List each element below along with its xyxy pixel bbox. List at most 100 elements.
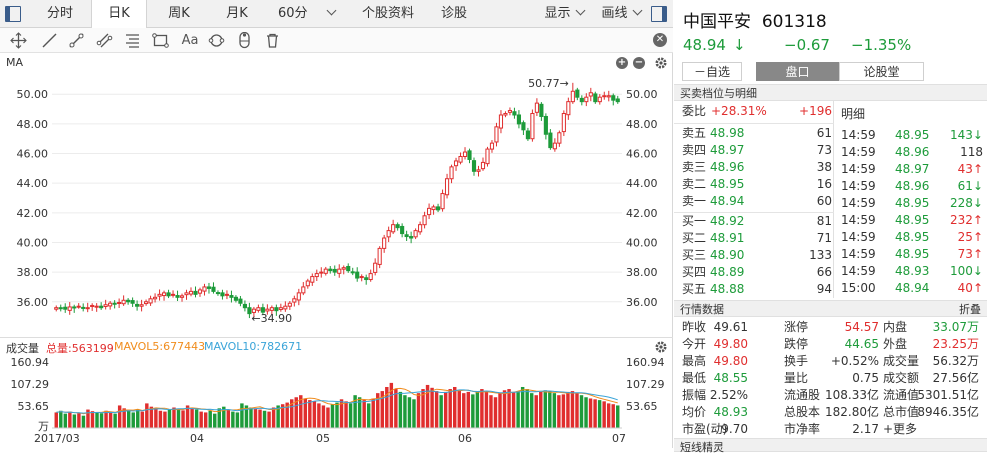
detail-price: 48.97	[895, 162, 930, 176]
x-tick: 06	[458, 432, 472, 445]
fold-link[interactable]: 折叠	[959, 301, 981, 318]
volume-bar	[439, 395, 443, 428]
line-tool-icon[interactable]	[41, 32, 58, 49]
volume-bar	[398, 391, 403, 428]
gear-icon[interactable]	[654, 340, 668, 354]
y-tick-left: 44.00	[17, 177, 49, 190]
cycle-tool-icon[interactable]	[208, 32, 225, 49]
tab-monthly-k[interactable]: 月K	[215, 0, 259, 28]
add-indicator-icon[interactable]: +	[616, 57, 628, 69]
candle-body	[435, 206, 441, 211]
tab-stock-profile[interactable]: 个股资料	[356, 0, 420, 28]
ask-row[interactable]: 卖三 48.96 38	[682, 159, 832, 176]
candle-body	[238, 298, 243, 304]
bid-label: 买五	[682, 282, 707, 296]
candle-body	[323, 268, 328, 274]
bid-vol: 81	[816, 214, 832, 228]
ask-vol: 61	[816, 126, 832, 140]
volume-bar	[471, 394, 475, 428]
ray-tool-icon[interactable]	[68, 32, 85, 49]
y-tick-right: 40.00	[626, 236, 658, 249]
quotes-header: 行情数据 折叠	[674, 300, 987, 317]
candle-body	[179, 295, 185, 298]
candle-body	[530, 113, 535, 140]
candle-body	[382, 237, 387, 249]
tab-watchlist[interactable]: －自选	[682, 62, 742, 81]
candle-body	[242, 303, 247, 309]
divider	[674, 123, 834, 124]
fib-tool-icon[interactable]	[124, 32, 141, 49]
candle-body	[103, 304, 108, 308]
candle-body	[350, 271, 355, 274]
quote-value: 48.93	[713, 405, 748, 419]
tab-weekly-k[interactable]: 周K	[157, 0, 201, 28]
candle-body	[386, 230, 391, 238]
bid-row[interactable]: 买三 48.90 133	[682, 247, 832, 264]
ask-row[interactable]: 卖四 48.97 73	[682, 142, 832, 159]
quote-tabs: －自选 盘口 论股堂	[682, 62, 982, 82]
candle-body	[368, 273, 373, 281]
candle-body	[184, 292, 189, 296]
down-arrow-icon: ↓	[733, 36, 746, 54]
trade-detail: 明细 14:59 48.95 143↓ 14:59 48.96 118 14:5…	[835, 101, 987, 298]
bid-row[interactable]: 买一 48.92 81	[682, 213, 832, 230]
volume-bar	[539, 391, 543, 428]
low-price-label: ←34.90	[251, 312, 292, 325]
quote-value	[883, 421, 979, 438]
candle-body	[314, 273, 319, 278]
ask-row[interactable]: 卖一 48.94 60	[682, 193, 832, 210]
drawline-dropdown[interactable]: 画线	[594, 0, 648, 28]
volume-bar	[117, 405, 122, 428]
rect-tool-icon[interactable]	[152, 32, 169, 49]
collapse-left-panel-icon[interactable]	[5, 6, 21, 22]
bid-row[interactable]: 买二 48.91 71	[682, 230, 832, 247]
tab-forum[interactable]: 论股堂	[839, 62, 924, 81]
candle-body	[543, 115, 548, 135]
bid-vol: 94	[816, 282, 832, 296]
ask-vol: 73	[816, 143, 832, 157]
multi-line-icon[interactable]	[96, 32, 113, 49]
volume-bar	[267, 411, 271, 428]
magnet-tool-icon[interactable]	[236, 32, 253, 49]
candle-body	[283, 305, 288, 310]
detail-price: 48.94	[895, 281, 930, 295]
volume-bar	[484, 391, 489, 428]
detail-vol: 143↓	[950, 128, 983, 142]
candle-body	[148, 298, 153, 304]
collapse-right-panel-icon[interactable]	[651, 6, 667, 22]
candle-body	[391, 224, 396, 233]
volume-bar	[430, 387, 434, 428]
remove-indicator-icon[interactable]: −	[633, 57, 645, 69]
candle-body	[507, 110, 513, 113]
candle-body	[359, 276, 364, 279]
volume-bar	[394, 389, 398, 428]
y-tick-right: 48.00	[626, 118, 658, 131]
candle-body	[54, 307, 59, 310]
bid-row[interactable]: 买四 48.89 66	[682, 264, 832, 281]
bid-row[interactable]: 买五 48.88 94	[682, 281, 832, 298]
ask-row[interactable]: 卖五 48.98 61	[682, 125, 832, 142]
tab-orderbook[interactable]: 盘口	[756, 62, 839, 81]
volume-bar	[235, 412, 240, 428]
tab-diagnose[interactable]: 诊股	[432, 0, 476, 28]
bid-price: 48.89	[710, 265, 745, 279]
ask-row[interactable]: 卖二 48.95 16	[682, 176, 832, 193]
trash-icon[interactable]	[264, 32, 281, 49]
close-toolbar-icon[interactable]: ✕	[653, 33, 667, 47]
display-dropdown[interactable]: 显示	[536, 0, 592, 28]
volume-bar	[543, 390, 548, 428]
candlestick-chart[interactable]: 50.00 50.00 48.00 48.00 46.00 46.00 44.00 44.00…	[0, 72, 673, 334]
candle-body	[341, 267, 346, 270]
tab-minute[interactable]: 分时	[40, 0, 80, 28]
ask-price: 48.94	[710, 194, 745, 208]
volume-chart[interactable]: 160.94 160.94107.29 107.2953.65 53.65万2017/…	[0, 354, 673, 448]
crosshair-icon[interactable]	[10, 32, 27, 49]
tab-60min-dropdown[interactable]: 60分	[278, 0, 350, 28]
text-tool-icon[interactable]: Aa	[180, 33, 200, 48]
gear-icon[interactable]	[654, 56, 668, 70]
quote-value: 23.25万	[932, 337, 979, 351]
tab-daily-k[interactable]: 日K	[91, 0, 147, 29]
quotes-title: 行情数据	[680, 303, 724, 316]
candle-body	[516, 114, 522, 125]
candle-body	[85, 307, 90, 310]
